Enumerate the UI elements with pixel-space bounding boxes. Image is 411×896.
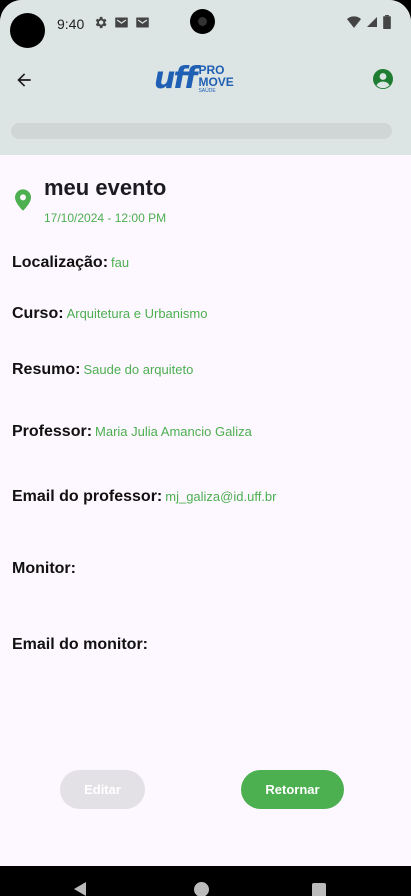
- nav-back-icon[interactable]: [74, 882, 86, 896]
- account-button[interactable]: [371, 67, 395, 91]
- field-resumo: Resumo: Saude do arquiteto: [12, 361, 193, 379]
- app-bar: uff PRO MOVE SAÚDE: [0, 52, 411, 108]
- field-label: Resumo:: [12, 361, 81, 378]
- app-screen: 9:40 uff PRO MOVE SAÚDE meu evento 17/10…: [0, 0, 411, 896]
- gear-icon: [95, 16, 107, 29]
- logo-uff-text: uff: [154, 61, 197, 96]
- back-button[interactable]: [10, 66, 38, 94]
- search-bar[interactable]: [11, 123, 392, 139]
- field-value: fau: [111, 255, 130, 270]
- camera-cutout: [10, 13, 45, 48]
- field-value: mj_galiza@id.uff.br: [165, 489, 277, 504]
- return-button[interactable]: Retornar: [241, 770, 344, 809]
- field-label: Professor:: [12, 423, 93, 440]
- field-value: Saude do arquiteto: [83, 362, 194, 377]
- status-bar: 9:40: [0, 0, 411, 48]
- logo-saude-text: SAÚDE: [198, 88, 216, 94]
- status-time: 9:40: [57, 16, 85, 32]
- mail-icon: [115, 17, 128, 28]
- arrow-back-icon: [17, 73, 31, 87]
- account-circle-icon: [373, 69, 393, 89]
- field-label: Monitor:: [12, 560, 76, 577]
- logo-promove: PRO MOVE SAÚDE: [198, 64, 233, 94]
- front-camera: [190, 9, 215, 34]
- field-label: Email do monitor:: [12, 636, 148, 653]
- status-icons-left: [93, 15, 150, 30]
- nav-recents-icon[interactable]: [312, 883, 326, 896]
- field-label: Email do professor:: [12, 488, 163, 505]
- event-datetime: 17/10/2024 - 12:00 PM: [44, 211, 167, 225]
- nav-home-icon[interactable]: [194, 882, 209, 896]
- event-title: meu evento: [44, 175, 167, 200]
- field-value: Arquitetura e Urbanismo: [66, 306, 208, 321]
- location-pin-icon: [15, 189, 31, 211]
- edit-button[interactable]: Editar: [60, 770, 145, 809]
- app-logo: uff PRO MOVE SAÚDE: [154, 64, 234, 98]
- field-professor: Professor: Maria Julia Amancio Galiza: [12, 423, 252, 441]
- battery-icon: [383, 15, 391, 29]
- field-curso: Curso: Arquitetura e Urbanismo: [12, 305, 207, 323]
- mail-icon: [136, 17, 149, 28]
- field-label: Localização:: [12, 254, 109, 271]
- field-localizacao: Localização: fau: [12, 254, 129, 272]
- wifi-icon: [347, 16, 361, 28]
- status-icons-right: [347, 15, 391, 29]
- field-label: Curso:: [12, 305, 64, 322]
- field-value: Maria Julia Amancio Galiza: [95, 424, 252, 439]
- signal-icon: [367, 17, 377, 27]
- logo-move-text: MOVE: [198, 75, 234, 89]
- field-email-monitor: Email do monitor:: [12, 636, 151, 654]
- field-email-professor: Email do professor: mj_galiza@id.uff.br: [12, 488, 276, 506]
- system-nav-bar: [0, 866, 411, 896]
- field-monitor: Monitor:: [12, 560, 79, 578]
